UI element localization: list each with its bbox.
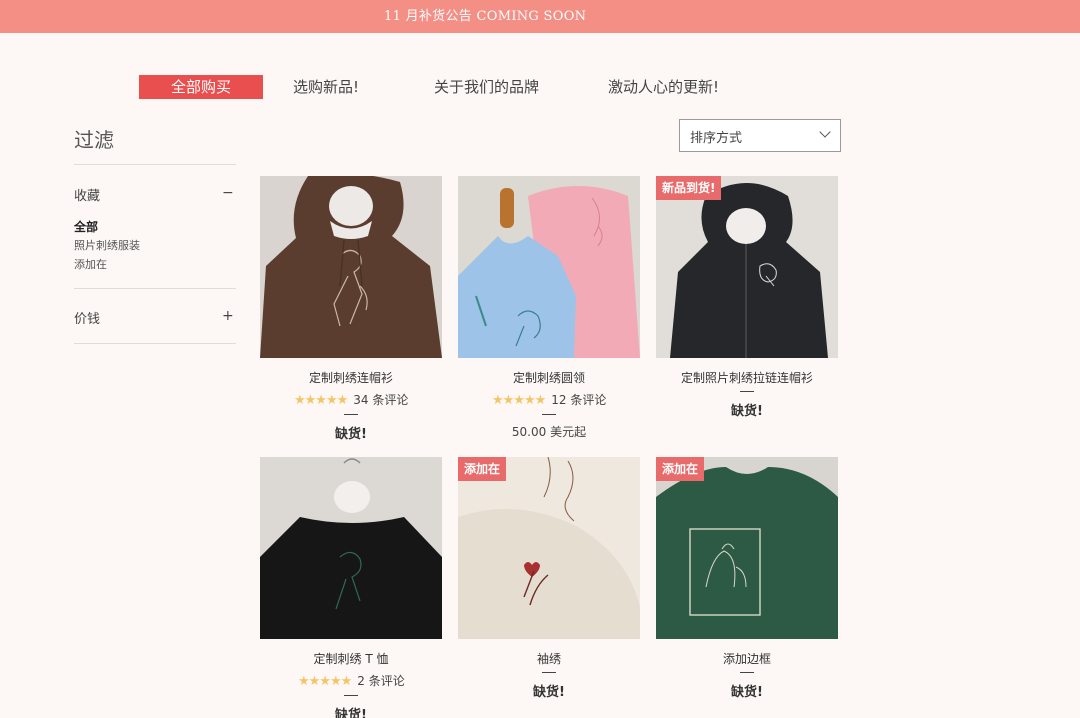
filter-price-header[interactable]: 价钱 bbox=[74, 308, 100, 327]
divider bbox=[542, 672, 556, 673]
nav-about-brand[interactable]: 关于我们的品牌 bbox=[434, 75, 539, 99]
product-name[interactable]: 定制照片刺绣拉链连帽衫 bbox=[656, 369, 838, 386]
star-rating-icon: ★★★★★ bbox=[492, 393, 546, 408]
product-name[interactable]: 定制刺绣 T 恤 bbox=[260, 650, 442, 667]
product-image[interactable]: 新品到货! bbox=[656, 176, 838, 358]
announcement-text: 11 月补货公告 COMING SOON bbox=[384, 9, 587, 24]
divider bbox=[344, 414, 358, 415]
product-name[interactable]: 定制刺绣圆领 bbox=[458, 369, 640, 386]
product-image[interactable] bbox=[458, 176, 640, 358]
divider bbox=[344, 695, 358, 696]
product-name[interactable]: 袖绣 bbox=[458, 650, 640, 667]
divider bbox=[74, 343, 236, 344]
divider bbox=[74, 288, 236, 289]
product-image[interactable] bbox=[260, 457, 442, 639]
product-name[interactable]: 定制刺绣连帽衫 bbox=[260, 369, 442, 386]
stock-status: 缺货! bbox=[731, 404, 763, 419]
star-rating-icon: ★★★★★ bbox=[298, 674, 352, 689]
product-badge: 添加在 bbox=[458, 457, 507, 481]
nav-updates[interactable]: 激动人心的更新! bbox=[608, 75, 719, 99]
stock-status: 缺货! bbox=[335, 427, 367, 442]
nav-shop-all[interactable]: 全部购买 bbox=[139, 75, 263, 99]
filter-collections-header[interactable]: 收藏 bbox=[74, 185, 100, 204]
collapse-icon[interactable]: − bbox=[222, 185, 234, 201]
stock-status: 缺货! bbox=[533, 685, 565, 700]
product-price: 50.00 美元起 bbox=[511, 425, 587, 439]
filter-option-photo-embroidery[interactable]: 照片刺绣服装 bbox=[74, 237, 140, 253]
product-badge: 新品到货! bbox=[656, 176, 722, 200]
announcement-bar[interactable]: 11 月补货公告 COMING SOON bbox=[0, 0, 1080, 33]
stock-status: 缺货! bbox=[335, 708, 367, 718]
review-count: 34 条评论 bbox=[353, 393, 409, 407]
divider bbox=[74, 164, 236, 165]
product-image[interactable]: 添加在 bbox=[458, 457, 640, 639]
product-rating[interactable]: ★★★★★ 2 条评论 bbox=[298, 672, 405, 689]
review-count: 2 条评论 bbox=[357, 674, 405, 688]
nav-new-arrivals[interactable]: 选购新品! bbox=[293, 75, 359, 99]
product-badge: 添加在 bbox=[656, 457, 705, 481]
divider bbox=[542, 414, 556, 415]
filter-option-all[interactable]: 全部 bbox=[74, 218, 98, 235]
review-count: 12 条评论 bbox=[551, 393, 607, 407]
stock-status: 缺货! bbox=[731, 685, 763, 700]
divider bbox=[740, 672, 754, 673]
star-rating-icon: ★★★★★ bbox=[294, 393, 348, 408]
product-image[interactable]: 添加在 bbox=[656, 457, 838, 639]
product-name[interactable]: 添加边框 bbox=[656, 650, 838, 667]
product-image[interactable] bbox=[260, 176, 442, 358]
product-rating[interactable]: ★★★★★ 34 条评论 bbox=[294, 391, 409, 408]
sort-label: 排序方式 bbox=[690, 131, 743, 146]
chevron-down-icon bbox=[819, 126, 831, 138]
sort-dropdown[interactable]: 排序方式 bbox=[679, 119, 841, 152]
product-rating[interactable]: ★★★★★ 12 条评论 bbox=[492, 391, 607, 408]
expand-icon[interactable]: + bbox=[222, 308, 234, 324]
filter-option-add-ons[interactable]: 添加在 bbox=[74, 256, 107, 272]
divider bbox=[740, 391, 754, 392]
filter-title: 过滤 bbox=[74, 128, 114, 152]
